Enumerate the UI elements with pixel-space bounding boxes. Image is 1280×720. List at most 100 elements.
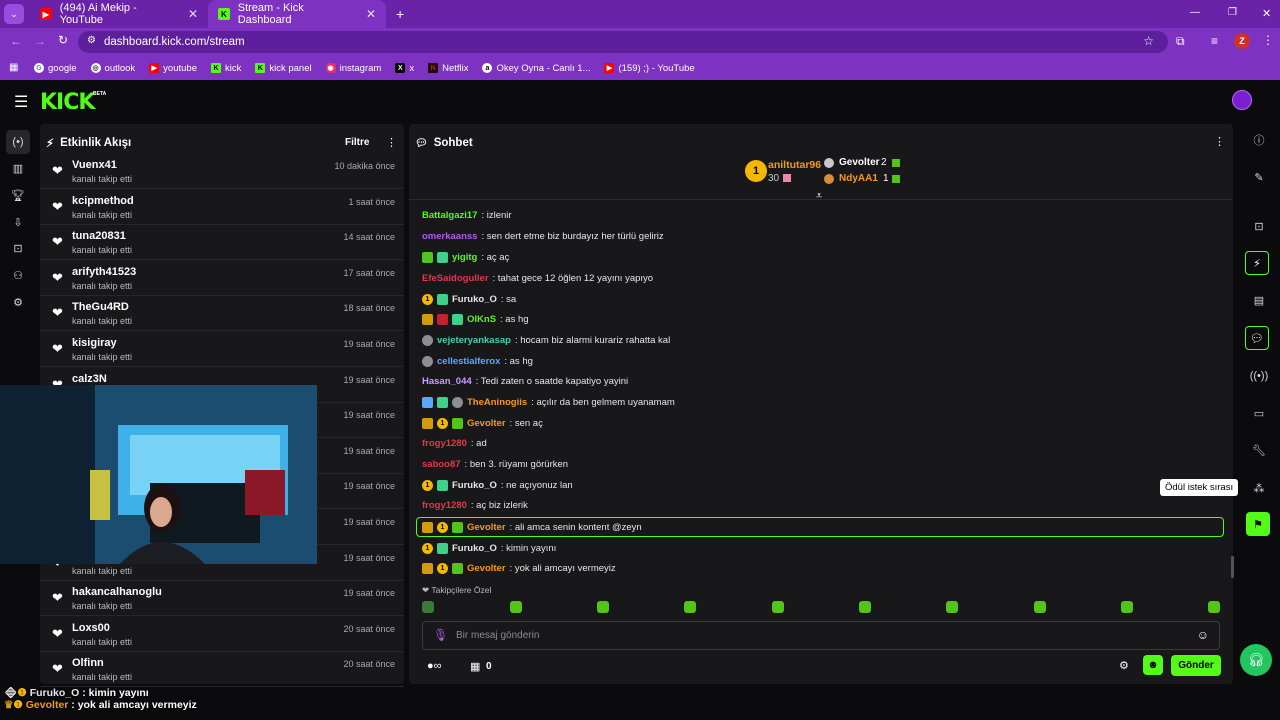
broadcast-icon[interactable]: ((•)) — [1247, 364, 1271, 388]
kick-emote-button[interactable]: ☻ — [1143, 655, 1163, 675]
forward-icon[interactable]: → — [34, 34, 46, 48]
explorer-icon[interactable] — [592, 694, 606, 708]
chat-message[interactable]: 1 Furuko_O: ne açıyonuz lan — [422, 476, 573, 494]
maximize-icon[interactable]: ❐ — [1228, 7, 1237, 18]
chat-username[interactable]: EfeSaidoguller — [422, 273, 489, 284]
headset-icon[interactable]: 🎧︎ — [1132, 696, 1145, 707]
close-icon[interactable]: ✕ — [188, 7, 198, 21]
chat-message[interactable]: EfeSaidoguller: tahat gece 12 öğlen 12 y… — [422, 269, 653, 287]
chat-message[interactable]: frogy1280: ad — [422, 434, 487, 452]
event-item[interactable]: ❤ kisigiray kanalı takip etti 19 saat önce — [40, 332, 404, 367]
bookmark-star-icon[interactable]: ☆ — [1143, 34, 1154, 48]
hamburger-menu-icon[interactable]: ☰ — [14, 92, 28, 112]
obs-icon[interactable] — [698, 694, 712, 708]
highlighted-chat-message[interactable]: 1 Gevolter: ali amca senin kontent @zeyn — [416, 517, 1224, 537]
settings-nav-icon[interactable]: ⚙ — [6, 290, 30, 314]
chat-username[interactable]: OlKnS — [467, 314, 496, 325]
chat-username[interactable]: cellestialferox — [437, 356, 500, 367]
microphone-icon[interactable]: 🎙︎ — [433, 628, 448, 642]
chat-message[interactable]: 1 Furuko_O: kimin yayını — [422, 539, 556, 557]
chat-username[interactable]: Gevolter — [467, 563, 506, 574]
chat-username[interactable]: Battalgazi17 — [422, 210, 477, 221]
event-item[interactable]: ❤ kcipmethod kanalı takip etti 1 saat önce — [40, 190, 404, 225]
bookmark-youtube[interactable]: ▶ youtube — [149, 63, 197, 74]
activity-menu-icon[interactable]: ⋮ — [386, 136, 397, 149]
chat-username[interactable]: Gevolter — [467, 418, 506, 429]
user-avatar[interactable] — [1232, 90, 1252, 110]
reload-icon[interactable]: ↻ — [58, 33, 68, 47]
chat-toggle-icon[interactable]: 💬︎ — [1245, 326, 1269, 350]
chat-username[interactable]: vejeteryankasap — [437, 335, 511, 346]
bookmark-instagram[interactable]: ◉ instagram — [325, 63, 381, 74]
tray-chevron-icon[interactable]: ⌃ — [1112, 696, 1120, 707]
new-tab-button[interactable]: + — [396, 6, 404, 22]
chat-message[interactable]: Battalgazi17: izlenir — [422, 206, 512, 224]
event-item[interactable]: ❤ Loxs00 kanalı takip etti 20 saat önce — [40, 617, 404, 652]
chat-username[interactable]: omerkaanss — [422, 231, 477, 242]
chat-username[interactable]: yigitg — [452, 252, 477, 263]
chat-username[interactable]: TheAninogiis — [467, 397, 527, 408]
community-nav-icon[interactable]: ⚇ — [6, 263, 30, 287]
chat-message[interactable]: cellestialferox: as hg — [422, 352, 533, 370]
chat-message[interactable]: 1 Gevolter: yok ali amcayı vermeyiz — [422, 559, 616, 577]
reading-list-icon[interactable]: ≡ — [1211, 34, 1218, 48]
activity-toggle-icon[interactable]: ⚡︎ — [1245, 251, 1269, 275]
chat-scrollbar[interactable] — [1231, 556, 1234, 578]
chat-username[interactable]: frogy1280 — [422, 438, 467, 449]
chat-username[interactable]: Furuko_O — [452, 543, 497, 554]
chat-message[interactable]: OlKnS: as hg — [422, 310, 529, 328]
spotify-icon[interactable] — [677, 694, 691, 708]
chat-username[interactable]: Hasan_044 — [422, 376, 472, 387]
trophy-nav-icon[interactable]: 🏆︎ — [6, 183, 30, 207]
bookmark-youtube-2[interactable]: ▶ (159) ;) - YouTube — [604, 63, 695, 74]
start-icon[interactable] — [571, 694, 585, 708]
event-item[interactable]: ❤ Vuenx41 kanalı takip etti 10 dakika önce — [40, 154, 404, 189]
wrench-icon[interactable]: 🔧︎ — [1247, 438, 1271, 462]
bookmark-kick-panel[interactable]: Kkick panel — [255, 63, 312, 74]
tab-search-icon[interactable]: ⌄ — [4, 4, 24, 24]
kick-logo[interactable]: KICK — [40, 90, 95, 115]
chat-message[interactable]: omerkaanss: sen dert etme biz burdayız h… — [422, 227, 664, 245]
emote-icon[interactable] — [946, 601, 958, 613]
close-icon[interactable]: ✕ — [366, 7, 376, 21]
close-window-icon[interactable]: ✕ — [1262, 7, 1271, 20]
event-item[interactable]: ❤ arifyth41523 kanalı takip etti 17 saat ön… — [40, 261, 404, 296]
chat-username[interactable]: Gevolter — [467, 522, 506, 533]
discord-icon[interactable] — [656, 694, 670, 708]
emote-icon[interactable] — [859, 601, 871, 613]
upload-nav-icon[interactable]: ⇩ — [6, 210, 30, 234]
message-input[interactable]: 🎙︎ Bir mesaj gönderin ☺ — [422, 621, 1220, 650]
chat-message[interactable]: saboo87: ben 3. rüyamı görürken — [422, 455, 568, 473]
emoji-icon[interactable]: ☺ — [1197, 628, 1209, 642]
chat-message[interactable]: frogy1280: aç biz izlerik — [422, 496, 528, 514]
event-item[interactable]: ❤ hakancalhanoglu kanalı takip etti 19 saat… — [40, 581, 404, 617]
emote-icon[interactable] — [1121, 601, 1133, 613]
steam-tray-icon[interactable]: ◐ — [1153, 696, 1159, 707]
notes-icon[interactable]: ▤ — [1247, 288, 1271, 312]
event-item[interactable]: ❤ tuna20831 kanalı takip etti 14 saat önce — [40, 225, 404, 261]
emote-icon[interactable] — [510, 601, 522, 613]
minimize-icon[interactable]: — — [1190, 7, 1200, 18]
apps-grid-icon[interactable]: ▦ — [9, 62, 18, 73]
extensions-icon[interactable]: ⧉ — [1176, 34, 1185, 49]
bookmark-x[interactable]: Xx — [395, 63, 414, 74]
reward-queue-icon[interactable]: ⁂ — [1247, 476, 1271, 500]
emote-icon[interactable] — [772, 601, 784, 613]
back-icon[interactable]: ← — [10, 34, 22, 48]
site-info-icon[interactable]: ⚙ — [87, 35, 96, 46]
scene-icon[interactable]: ⊡ — [1247, 214, 1271, 238]
bookmark-kick[interactable]: Kkick — [210, 63, 241, 74]
profile-avatar[interactable]: Z — [1234, 33, 1250, 49]
queue-icon[interactable]: ▭ — [1247, 401, 1271, 425]
stream-nav-icon[interactable]: (•) — [6, 130, 30, 154]
clock-date[interactable]: 3.01.2026 — [1233, 706, 1271, 716]
capture-nav-icon[interactable]: ⊡ — [6, 236, 30, 260]
send-button[interactable]: Gönder — [1171, 655, 1221, 676]
tab-youtube[interactable]: ▶ (494) Ai Mekip - YouTube ✕ — [30, 0, 208, 28]
support-icon[interactable]: 🎧︎ — [1240, 644, 1272, 676]
emote-icon[interactable] — [422, 601, 434, 613]
event-item[interactable]: ❤ TheGu4RD kanalı takip etti 18 saat önce — [40, 296, 404, 332]
clock-time[interactable]: 15:34 — [1248, 694, 1269, 704]
chat-menu-icon[interactable]: ⋮ — [1214, 135, 1225, 148]
chat-username[interactable]: saboo87 — [422, 459, 461, 470]
